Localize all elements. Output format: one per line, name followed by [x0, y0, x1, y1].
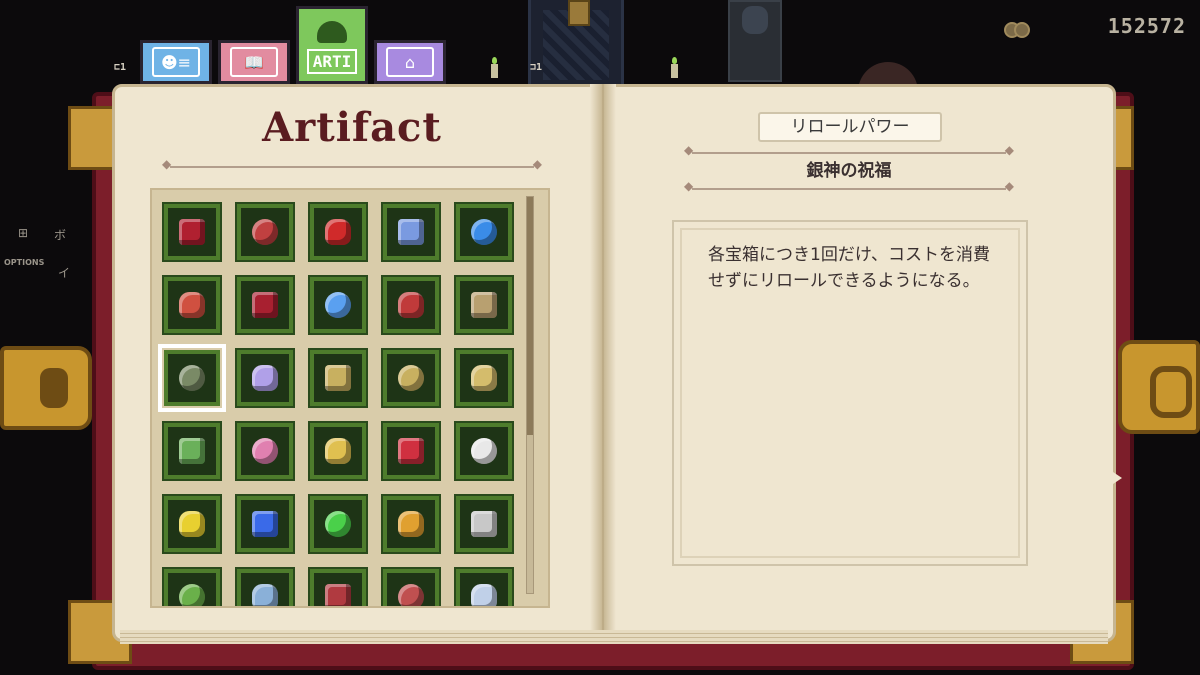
white-orb-icon — [471, 584, 497, 606]
artifact-slot[interactable] — [235, 275, 295, 335]
artifact-slot[interactable] — [158, 344, 226, 412]
artifact-slot[interactable] — [454, 202, 514, 262]
red-mask-icon — [252, 219, 278, 245]
tab-character[interactable]: ☻≡ — [140, 40, 212, 84]
tab-misc[interactable]: ⌂ — [374, 40, 446, 84]
gold-stopwatch-icon — [398, 511, 424, 537]
yellow-syringe-icon — [325, 438, 351, 464]
description-inner: 各宝箱につき1回だけ、コストを消費せずにリロールできるようになる。 — [680, 228, 1020, 558]
artifact-slot[interactable] — [308, 275, 368, 335]
blue-orb-icon — [471, 219, 497, 245]
artifact-grid — [158, 202, 514, 606]
blue-syringe-icon — [398, 219, 424, 245]
artifact-description: 各宝箱につき1回だけ、コストを消費せずにリロールできるようになる。 — [708, 245, 990, 291]
book-clasp-left — [0, 346, 92, 430]
green-syringe-icon — [179, 438, 205, 464]
red-heart-pendant-icon — [398, 438, 424, 464]
coin-count: 152572 — [1107, 14, 1186, 38]
stone-key-icon — [179, 365, 205, 391]
scrollbar-thumb[interactable] — [527, 197, 533, 435]
artifact-slot[interactable] — [381, 494, 441, 554]
artifact-slot[interactable] — [454, 275, 514, 335]
artifact-slot[interactable] — [381, 348, 441, 408]
background-lock — [568, 0, 590, 26]
frog-charm-icon — [179, 584, 205, 606]
artifact-slot[interactable] — [381, 275, 441, 335]
artifact-slot[interactable] — [308, 348, 368, 408]
tab-arti-label: ARTI — [306, 48, 358, 74]
chest-icon: ⌂ — [386, 47, 434, 77]
coin-icon — [1004, 20, 1030, 38]
red-shell-creature-icon — [398, 584, 424, 606]
artifact-slot[interactable] — [235, 421, 295, 481]
yellow-heart-pendant-icon — [179, 511, 205, 537]
page-edge — [120, 630, 1108, 644]
artifact-slot[interactable] — [235, 202, 295, 262]
silver-stopwatch-icon — [471, 511, 497, 537]
artifact-slot[interactable] — [162, 494, 222, 554]
blue-crystal-icon — [325, 292, 351, 318]
green-heart-pendant-icon — [325, 511, 351, 537]
artifact-slot[interactable] — [308, 421, 368, 481]
tan-idol-icon — [471, 292, 497, 318]
white-heart-pendant-icon — [471, 438, 497, 464]
artifact-slot[interactable] — [235, 494, 295, 554]
options-hint[interactable]: OPTIONS — [4, 258, 44, 268]
artifact-slot[interactable] — [454, 494, 514, 554]
artifact-slot[interactable] — [235, 348, 295, 408]
artifact-slot[interactable] — [235, 567, 295, 606]
artifact-slot[interactable] — [308, 202, 368, 262]
artifact-slot[interactable] — [454, 421, 514, 481]
sprout-icon — [317, 20, 347, 43]
book-spine — [590, 84, 616, 644]
page-title: Artifact — [262, 104, 442, 151]
side-hint-3: イ — [58, 266, 71, 280]
artifact-slot[interactable] — [162, 567, 222, 606]
side-hint-2: ボ — [54, 228, 67, 242]
artifact-slot[interactable] — [454, 567, 514, 606]
person-card-icon: ☻≡ — [152, 47, 200, 77]
open-book-icon: 📖 — [230, 47, 278, 77]
tab-tome[interactable]: 📖 — [218, 40, 290, 84]
artifact-slot[interactable] — [381, 567, 441, 606]
side-hint-1: ⊞ — [18, 226, 29, 240]
artifact-slot[interactable] — [308, 567, 368, 606]
artifact-slot[interactable] — [381, 202, 441, 262]
prev-tab-hint: ⊏1 — [114, 62, 127, 73]
gold-ring-triple-icon — [471, 365, 497, 391]
red-envelope-icon — [398, 292, 424, 318]
background-statue — [728, 0, 782, 82]
candle-left — [491, 57, 498, 78]
red-demon-icon — [325, 219, 351, 245]
artifact-slot[interactable] — [162, 275, 222, 335]
next-tab-hint: ⊐1 — [530, 62, 543, 73]
page-turn-arrow[interactable] — [1110, 470, 1122, 486]
blue-heart-pendant-icon — [252, 511, 278, 537]
artifact-slot[interactable] — [162, 421, 222, 481]
artifact-slot[interactable] — [381, 421, 441, 481]
book-clasp-right — [1118, 340, 1200, 434]
artifact-grid-panel — [150, 188, 550, 608]
name-divider-bottom — [684, 179, 1014, 193]
name-divider-top — [684, 143, 1014, 157]
artifact-slot[interactable] — [454, 348, 514, 408]
pink-syringe-icon — [252, 438, 278, 464]
artifact-slot[interactable] — [162, 202, 222, 262]
artifact-scrollbar[interactable] — [526, 196, 534, 594]
gold-ring-stack-icon — [398, 365, 424, 391]
red-rose-icon — [252, 292, 278, 318]
tab-arti[interactable]: ARTI — [296, 6, 368, 84]
description-box: 各宝箱につき1回だけ、コストを消費せずにリロールできるようになる。 — [672, 220, 1028, 566]
artifact-subtitle: 銀神の祝福 — [806, 161, 892, 181]
gold-ring-icon — [325, 365, 351, 391]
artifact-slot[interactable] — [308, 494, 368, 554]
blue-ghost-charm-icon — [252, 584, 278, 606]
red-dagger-icon — [179, 219, 205, 245]
candle-right — [671, 57, 678, 78]
fan-shell-icon — [252, 365, 278, 391]
red-shell-icon — [179, 292, 205, 318]
red-beetle-icon — [325, 584, 351, 606]
title-divider — [162, 157, 542, 171]
artifact-name: リロールパワー — [758, 112, 942, 142]
